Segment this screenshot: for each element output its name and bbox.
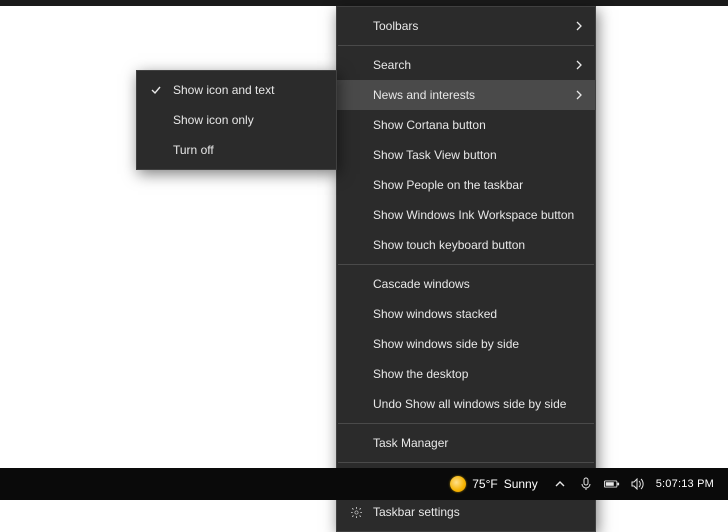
menu-item-show-icon-only[interactable]: Show icon only <box>137 105 336 135</box>
menu-item-show-people-on-the-taskbar[interactable]: Show People on the taskbar <box>337 170 595 200</box>
desktop: Toolbars Search News and interests Show Cor… <box>0 0 728 500</box>
menu-item-label: Show icon and text <box>173 83 302 97</box>
menu-item-task-manager[interactable]: Task Manager <box>337 428 595 458</box>
chevron-right-icon <box>569 21 583 31</box>
menu-item-show-the-desktop[interactable]: Show the desktop <box>337 359 595 389</box>
taskbar-clock[interactable]: 5:07:13 PM <box>652 478 724 490</box>
menu-item-show-windows-stacked[interactable]: Show windows stacked <box>337 299 595 329</box>
menu-item-label: Show the desktop <box>373 367 561 381</box>
menu-item-label: Show icon only <box>173 113 302 127</box>
chevron-right-icon <box>569 90 583 100</box>
battery-icon[interactable] <box>604 476 620 492</box>
menu-item-show-task-view-button[interactable]: Show Task View button <box>337 140 595 170</box>
menu-item-label: Show Windows Ink Workspace button <box>373 208 574 222</box>
menu-item-label: News and interests <box>373 88 561 102</box>
weather-temp: 75°F <box>472 477 497 491</box>
news-interests-submenu: Show icon and text Show icon only Turn off <box>136 70 337 170</box>
chevron-right-icon <box>569 60 583 70</box>
taskbar-context-menu: Toolbars Search News and interests Show Cor… <box>336 6 596 532</box>
menu-item-undo-show-all-windows-side-by-side[interactable]: Undo Show all windows side by side <box>337 389 595 419</box>
system-tray <box>546 468 652 500</box>
menu-item-label: Task Manager <box>373 436 561 450</box>
menu-item-toolbars[interactable]: Toolbars <box>337 11 595 41</box>
check-icon <box>147 84 165 96</box>
menu-separator <box>338 264 594 265</box>
menu-separator <box>338 423 594 424</box>
menu-item-show-windows-side-by-side[interactable]: Show windows side by side <box>337 329 595 359</box>
menu-item-label: Show Cortana button <box>373 118 561 132</box>
gear-icon <box>347 506 365 519</box>
menu-item-label: Toolbars <box>373 19 561 33</box>
menu-item-label: Undo Show all windows side by side <box>373 397 566 411</box>
menu-item-label: Cascade windows <box>373 277 561 291</box>
menu-item-label: Taskbar settings <box>373 505 561 519</box>
menu-item-label: Show People on the taskbar <box>373 178 561 192</box>
menu-item-label: Turn off <box>173 143 302 157</box>
tray-chevron-up-icon[interactable] <box>552 476 568 492</box>
menu-item-show-cortana-button[interactable]: Show Cortana button <box>337 110 595 140</box>
menu-separator <box>338 462 594 463</box>
weather-condition: Sunny <box>504 477 538 491</box>
menu-item-label: Show touch keyboard button <box>373 238 561 252</box>
weather-widget[interactable]: 75°F Sunny <box>442 468 546 500</box>
menu-item-cascade-windows[interactable]: Cascade windows <box>337 269 595 299</box>
menu-item-news-and-interests[interactable]: News and interests <box>337 80 595 110</box>
menu-item-show-icon-and-text[interactable]: Show icon and text <box>137 75 336 105</box>
clock-time: 5:07:13 PM <box>656 478 714 490</box>
sun-icon <box>450 476 466 492</box>
menu-item-label: Search <box>373 58 561 72</box>
taskbar[interactable]: 75°F Sunny 5:07:13 PM <box>0 468 728 500</box>
menu-item-label: Show windows stacked <box>373 307 561 321</box>
speaker-icon[interactable] <box>630 476 646 492</box>
menu-item-show-windows-ink-workspace-button[interactable]: Show Windows Ink Workspace button <box>337 200 595 230</box>
menu-item-show-touch-keyboard-button[interactable]: Show touch keyboard button <box>337 230 595 260</box>
menu-item-label: Show windows side by side <box>373 337 561 351</box>
menu-item-label: Show Task View button <box>373 148 561 162</box>
menu-separator <box>338 45 594 46</box>
menu-item-search[interactable]: Search <box>337 50 595 80</box>
microphone-icon[interactable] <box>578 476 594 492</box>
menu-item-turn-off[interactable]: Turn off <box>137 135 336 165</box>
menu-item-taskbar-settings[interactable]: Taskbar settings <box>337 497 595 527</box>
